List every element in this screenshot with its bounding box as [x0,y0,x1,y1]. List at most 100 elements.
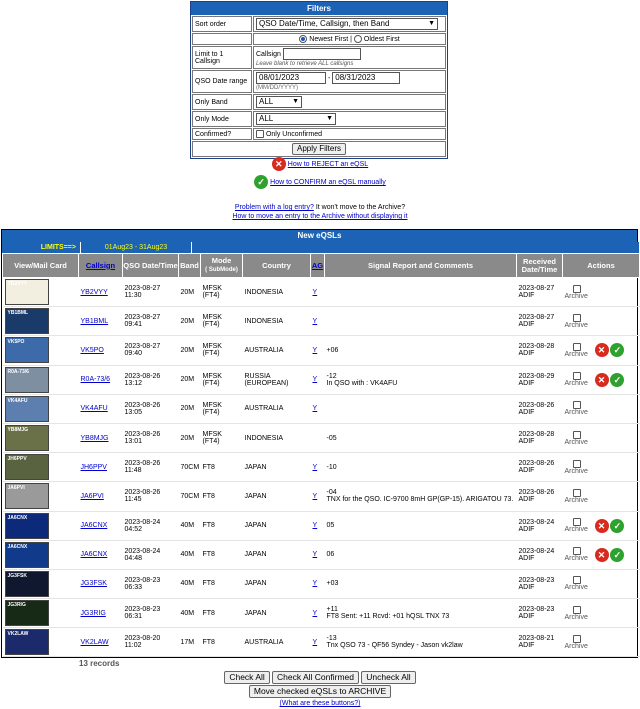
col-callsign-sort[interactable]: Callsign [86,261,115,270]
reject-help-link[interactable]: How to REJECT an eQSL [288,161,368,168]
archive-checkbox[interactable] [572,342,581,351]
eqsl-card-thumbnail[interactable]: YB1BML [4,308,49,335]
eqsl-card-thumbnail[interactable]: JG3FSK [4,570,49,597]
qso-time: 13:12 [124,379,143,387]
callsign-link[interactable]: JH6PPV [81,464,107,471]
qso-date: 2023-08-26 [124,460,161,468]
received-date: 2023-08-27 [518,314,555,322]
callsign-link[interactable]: VK5PO [81,347,104,354]
apply-filters-button[interactable]: Apply Filters [291,143,346,155]
received-source: ADIF [518,321,535,329]
limits-label: LIMITS==> [2,242,80,253]
band-select[interactable]: ALL ▼ [256,96,302,108]
archive-checkbox[interactable] [572,518,581,527]
archive-checkbox[interactable] [572,634,581,643]
move-to-archive-button[interactable]: Move checked eQSLs to ARCHIVE [248,685,392,698]
archive-checkbox[interactable] [572,459,581,468]
callsign-link[interactable]: JA6CNX [81,551,108,558]
callsign-link[interactable]: R0A-73/6 [81,376,111,383]
ag-link[interactable]: Y [313,493,318,500]
eqsl-card-thumbnail[interactable]: R0A-73/6 [4,366,49,393]
archive-without-display-link[interactable]: How to move an entry to the Archive with… [232,213,407,220]
eqsl-card-thumbnail[interactable]: JH6PPV [4,454,49,481]
received-date: 2023-08-28 [518,343,555,351]
country-cell: RUSSIA (EUROPEAN) [242,365,311,395]
ag-link[interactable]: Y [313,551,318,558]
callsign-link[interactable]: YB1BML [81,318,109,325]
ag-link[interactable]: Y [313,522,318,529]
archive-checkbox[interactable] [572,605,581,614]
archive-checkbox[interactable] [572,401,581,410]
signal-report: +03 [326,580,339,588]
country-cell: JAPAN [242,569,311,600]
callsign-link[interactable]: JG3FSK [81,580,107,587]
confirm-help-link[interactable]: How to CONFIRM an eQSL manually [270,179,386,186]
eqsl-card-thumbnail[interactable]: VK4AFU [4,395,49,422]
ag-link[interactable]: Y [313,318,318,325]
archive-checkbox[interactable] [572,313,581,322]
eqsl-card-thumbnail[interactable]: JA6CNX [4,541,49,568]
check-all-button[interactable]: Check All [224,671,270,684]
signal-report: +11 [326,606,338,614]
ag-link[interactable]: Y [313,610,318,617]
reject-icon[interactable]: ✕ [594,343,609,358]
callsign-link[interactable]: JA6CNX [81,522,108,529]
callsign-link[interactable]: YB2VYY [81,289,108,296]
archive-label: Archive [564,584,588,592]
oldest-first-radio[interactable] [353,35,362,43]
callsign-input[interactable] [282,48,361,60]
eqsl-card-thumbnail[interactable]: YB2VYY [4,279,49,306]
eqsl-card-thumbnail[interactable]: JA6PVI [4,483,49,510]
what-buttons-link[interactable]: (What are these buttons?) [280,700,361,707]
received-date: 2023-08-26 [518,460,555,468]
archive-checkbox[interactable] [572,488,581,497]
mode-select[interactable]: ALL ▼ [256,113,336,125]
col-ag-sort[interactable]: AG [312,261,323,270]
only-unconfirmed-checkbox[interactable] [256,130,264,138]
eqsl-card-thumbnail[interactable]: YB8MJG [4,425,49,452]
newest-first-radio[interactable] [299,35,308,43]
ag-link[interactable]: Y [313,376,318,383]
date-from-input[interactable]: 08/01/2023 [256,72,326,84]
reject-icon[interactable]: ✕ [594,372,609,387]
reject-icon[interactable]: ✕ [594,518,609,533]
qso-time: 09:40 [124,350,143,358]
archive-checkbox[interactable] [572,576,581,585]
ag-link[interactable]: Y [313,289,318,296]
callsign-link[interactable]: JA6PVI [81,493,104,500]
ag-link[interactable]: Y [313,347,318,354]
uncheck-all-button[interactable]: Uncheck All [361,671,416,684]
ag-link[interactable]: Y [313,464,318,471]
eqsl-card-thumbnail[interactable]: VK2LAW [4,629,49,656]
confirm-icon[interactable]: ✓ [610,518,625,533]
archive-checkbox[interactable] [572,372,581,381]
problem-log-link[interactable]: Problem with a log entry? [235,204,314,211]
newest-first-label: Newest First [309,35,349,43]
qso-time: 11:30 [124,292,142,300]
ag-link[interactable]: Y [313,639,318,646]
ag-link[interactable]: Y [313,405,318,412]
confirm-icon[interactable]: ✓ [610,547,625,562]
ag-link[interactable]: Y [313,580,318,587]
country-cell: JAPAN [242,511,311,541]
check-all-confirmed-button[interactable]: Check All Confirmed [272,671,360,684]
archive-checkbox[interactable] [572,430,581,439]
callsign-link[interactable]: VK4AFU [81,405,108,412]
archive-checkbox[interactable] [572,547,581,556]
confirm-icon[interactable]: ✓ [610,343,625,358]
callsign-link[interactable]: YB8MJG [81,435,109,442]
date-to-input[interactable]: 08/31/2023 [332,72,401,84]
callsign-link[interactable]: VK2LAW [81,639,109,646]
reject-icon[interactable]: ✕ [594,547,609,562]
eqsl-card-thumbnail[interactable]: JG3RIG [4,600,49,627]
eqsl-card-thumbnail[interactable]: JA6CNX [4,512,49,539]
eqsl-card-thumbnail[interactable]: VK5PO [4,337,49,364]
sort-order-select[interactable]: QSO Date/Time, Callsign, then Band ▼ [256,18,438,30]
confirm-icon[interactable]: ✓ [610,372,625,387]
limits-range: 01Aug23 - 31Aug23 [81,242,191,253]
country-cell: JAPAN [242,452,311,483]
archive-checkbox[interactable] [572,284,581,293]
archive-label: Archive [564,409,588,417]
callsign-link[interactable]: JG3RIG [81,610,106,617]
received-source: ADIF [518,613,535,621]
